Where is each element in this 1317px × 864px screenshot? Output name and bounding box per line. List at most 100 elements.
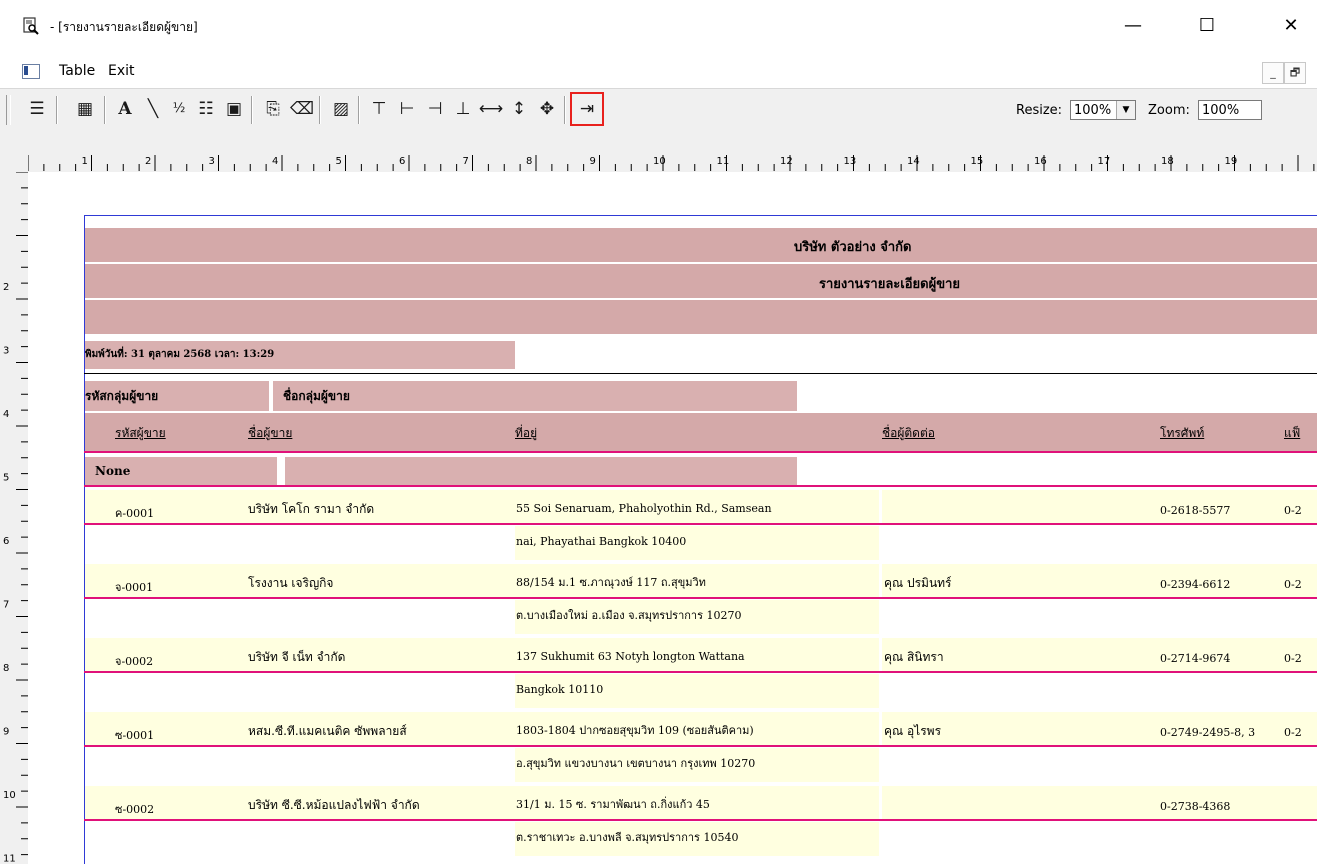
zoom-combo[interactable]: 100% <box>1198 100 1262 120</box>
group-code-header: รหัสกลุ่มผู้ขาย <box>85 381 269 411</box>
mdi-restore-button[interactable]: 🗗 <box>1284 62 1306 84</box>
vendor-address-line1: 55 Soi Senaruam, Phaholyothin Rd., Samse… <box>515 490 879 524</box>
zoom-value: 100% <box>1202 103 1240 118</box>
col-phone: โทรศัพท์ <box>1160 426 1205 440</box>
line-tool-icon[interactable]: ╲ <box>140 96 166 122</box>
chevron-down-icon[interactable]: ▼ <box>1116 101 1135 119</box>
chart-edit-icon[interactable]: ▨ <box>328 96 354 122</box>
properties-icon[interactable]: ⎘ <box>260 96 286 122</box>
vendor-code-bg <box>85 564 245 598</box>
vendor-contact-bg <box>882 786 1156 820</box>
same-height-icon[interactable]: ↕ <box>506 96 532 122</box>
horizontal-ruler: 1 2 3 4 5 6 7 8 9 10 11 12 13 14 15 16 17 18 19 <box>28 145 1317 173</box>
vendor-code-bg <box>85 786 245 820</box>
vendor-fax: 0-2 <box>1284 504 1302 517</box>
vendor-phone: 0-2738-4368 <box>1160 800 1231 813</box>
close-button[interactable]: ✕ <box>1276 14 1306 38</box>
ruler-number: 9 <box>3 727 9 738</box>
ruler-number: 10 <box>653 156 666 167</box>
ruler-ticks: 1 2 3 4 5 6 7 8 9 10 11 12 13 14 15 16 17 18 19 <box>28 155 1315 171</box>
print-date: พิมพ์วันที่: 31 ตุลาคม 2568 เวลา: 13:29 <box>85 341 515 369</box>
vendor-fax: 0-2 <box>1284 652 1302 665</box>
mdi-minimize-button[interactable]: _ <box>1262 62 1284 84</box>
vendor-name: บริษัท จี เน็ท จำกัด <box>248 650 346 664</box>
vendor-fax: 0-2 <box>1284 578 1302 591</box>
fraction-icon[interactable]: ½ <box>166 96 192 122</box>
menu-table[interactable]: Table <box>59 63 95 79</box>
ruler-number: 18 <box>1161 156 1174 167</box>
col-contact: ชื่อผู้ติดต่อ <box>882 426 935 440</box>
ruler-number: 15 <box>971 156 984 167</box>
outline-icon[interactable]: ☰ <box>24 96 50 122</box>
field-icon[interactable]: ☷ <box>193 96 219 122</box>
vendor-contact-bg <box>882 490 1156 524</box>
table-grid-icon[interactable]: ▦ <box>72 96 98 122</box>
ruler-number: 4 <box>3 409 9 420</box>
ruler-number: 17 <box>1098 156 1111 167</box>
ruler-number: 2 <box>3 282 9 293</box>
vendor-code-bg <box>85 638 245 672</box>
report-title: รายงานรายละเอียดผู้ขาย <box>819 277 961 292</box>
window-title: - [รายงานรายละเอียดผู้ขาย] <box>50 20 198 34</box>
ruler-number: 10 <box>3 790 16 801</box>
group-name-value <box>285 457 797 485</box>
toolbar-separator <box>564 96 566 124</box>
align-right-icon[interactable]: ⊣ <box>422 96 448 122</box>
toolbar-separator <box>56 96 58 124</box>
vendor-address-line2: ต.ราชาเทวะ อ.บางพลี จ.สมุทรปราการ 10540 <box>515 822 879 856</box>
resize-value: 100% <box>1074 103 1112 118</box>
header-underline <box>84 451 1317 453</box>
menu-bar: Table Exit <box>0 54 1317 87</box>
align-top-icon[interactable]: ⊤ <box>366 96 392 122</box>
toolbar-grip[interactable] <box>6 95 11 125</box>
export-icon[interactable]: ⇥ <box>570 92 604 126</box>
align-left-icon[interactable]: ⊢ <box>394 96 420 122</box>
ruler-number: 7 <box>463 156 469 167</box>
resize-combo[interactable]: 100% ▼ <box>1070 100 1136 120</box>
document-icon[interactable] <box>22 64 40 79</box>
align-bottom-icon[interactable]: ⊥ <box>450 96 476 122</box>
text-tool-icon[interactable]: A <box>112 96 138 122</box>
same-width-icon[interactable]: ⟷ <box>478 96 504 122</box>
eraser-icon[interactable]: ⌫ <box>289 96 315 122</box>
row-separator <box>84 523 1317 525</box>
page-border <box>85 215 1317 216</box>
ruler-number: 8 <box>3 663 9 674</box>
minimize-button[interactable]: — <box>1118 14 1148 38</box>
ruler-number: 13 <box>844 156 857 167</box>
same-size-icon[interactable]: ✥ <box>534 96 560 122</box>
vendor-contact: คุณ สินิทรา <box>884 650 944 664</box>
col-vendor-code: รหัสผู้ขาย <box>115 426 166 440</box>
resize-label: Resize: <box>1016 103 1063 118</box>
row-separator <box>84 671 1317 673</box>
image-icon[interactable]: ▣ <box>221 96 247 122</box>
maximize-button[interactable]: ☐ <box>1192 14 1222 38</box>
ruler-corner <box>0 145 29 173</box>
separator-line <box>84 373 1317 374</box>
vendor-address-line1: 88/154 ม.1 ซ.ภาณุวงษ์ 117 ถ.สุขุมวิท <box>515 564 879 598</box>
col-fax: แฟ็ <box>1284 426 1301 440</box>
ruler-number: 11 <box>3 854 16 864</box>
blank-band <box>85 300 1317 334</box>
ruler-number: 5 <box>336 156 342 167</box>
vendor-code: ซ-0001 <box>115 729 155 742</box>
menu-exit[interactable]: Exit <box>108 63 135 79</box>
vendor-code: ค-0001 <box>115 507 155 520</box>
ruler-number: 12 <box>780 156 793 167</box>
vendor-code: ซ-0002 <box>115 803 155 816</box>
ruler-number: 8 <box>526 156 532 167</box>
vendor-address-line2: ต.บางเมืองใหม่ อ.เมือง จ.สมุทรปราการ 102… <box>515 600 879 634</box>
ruler-number: 4 <box>272 156 278 167</box>
vendor-phone: 0-2394-6612 <box>1160 578 1231 591</box>
vendor-code: จ-0002 <box>115 655 154 668</box>
ruler-number: 6 <box>399 156 405 167</box>
print-preview-icon <box>23 17 39 35</box>
vendor-address-line2: nai, Phayathai Bangkok 10400 <box>515 526 879 560</box>
row-separator <box>84 745 1317 747</box>
vendor-address-line1: 31/1 ม. 15 ซ. รามาพัฒนา ถ.กิ่งแก้ว 45 <box>515 786 879 820</box>
row-separator <box>84 597 1317 599</box>
row-separator <box>84 819 1317 821</box>
vendor-code-bg <box>85 490 245 524</box>
vendor-fax-bg <box>1280 786 1317 820</box>
vendor-address-line1: 137 Sukhumit 63 Notyh longton Wattana <box>515 638 879 672</box>
